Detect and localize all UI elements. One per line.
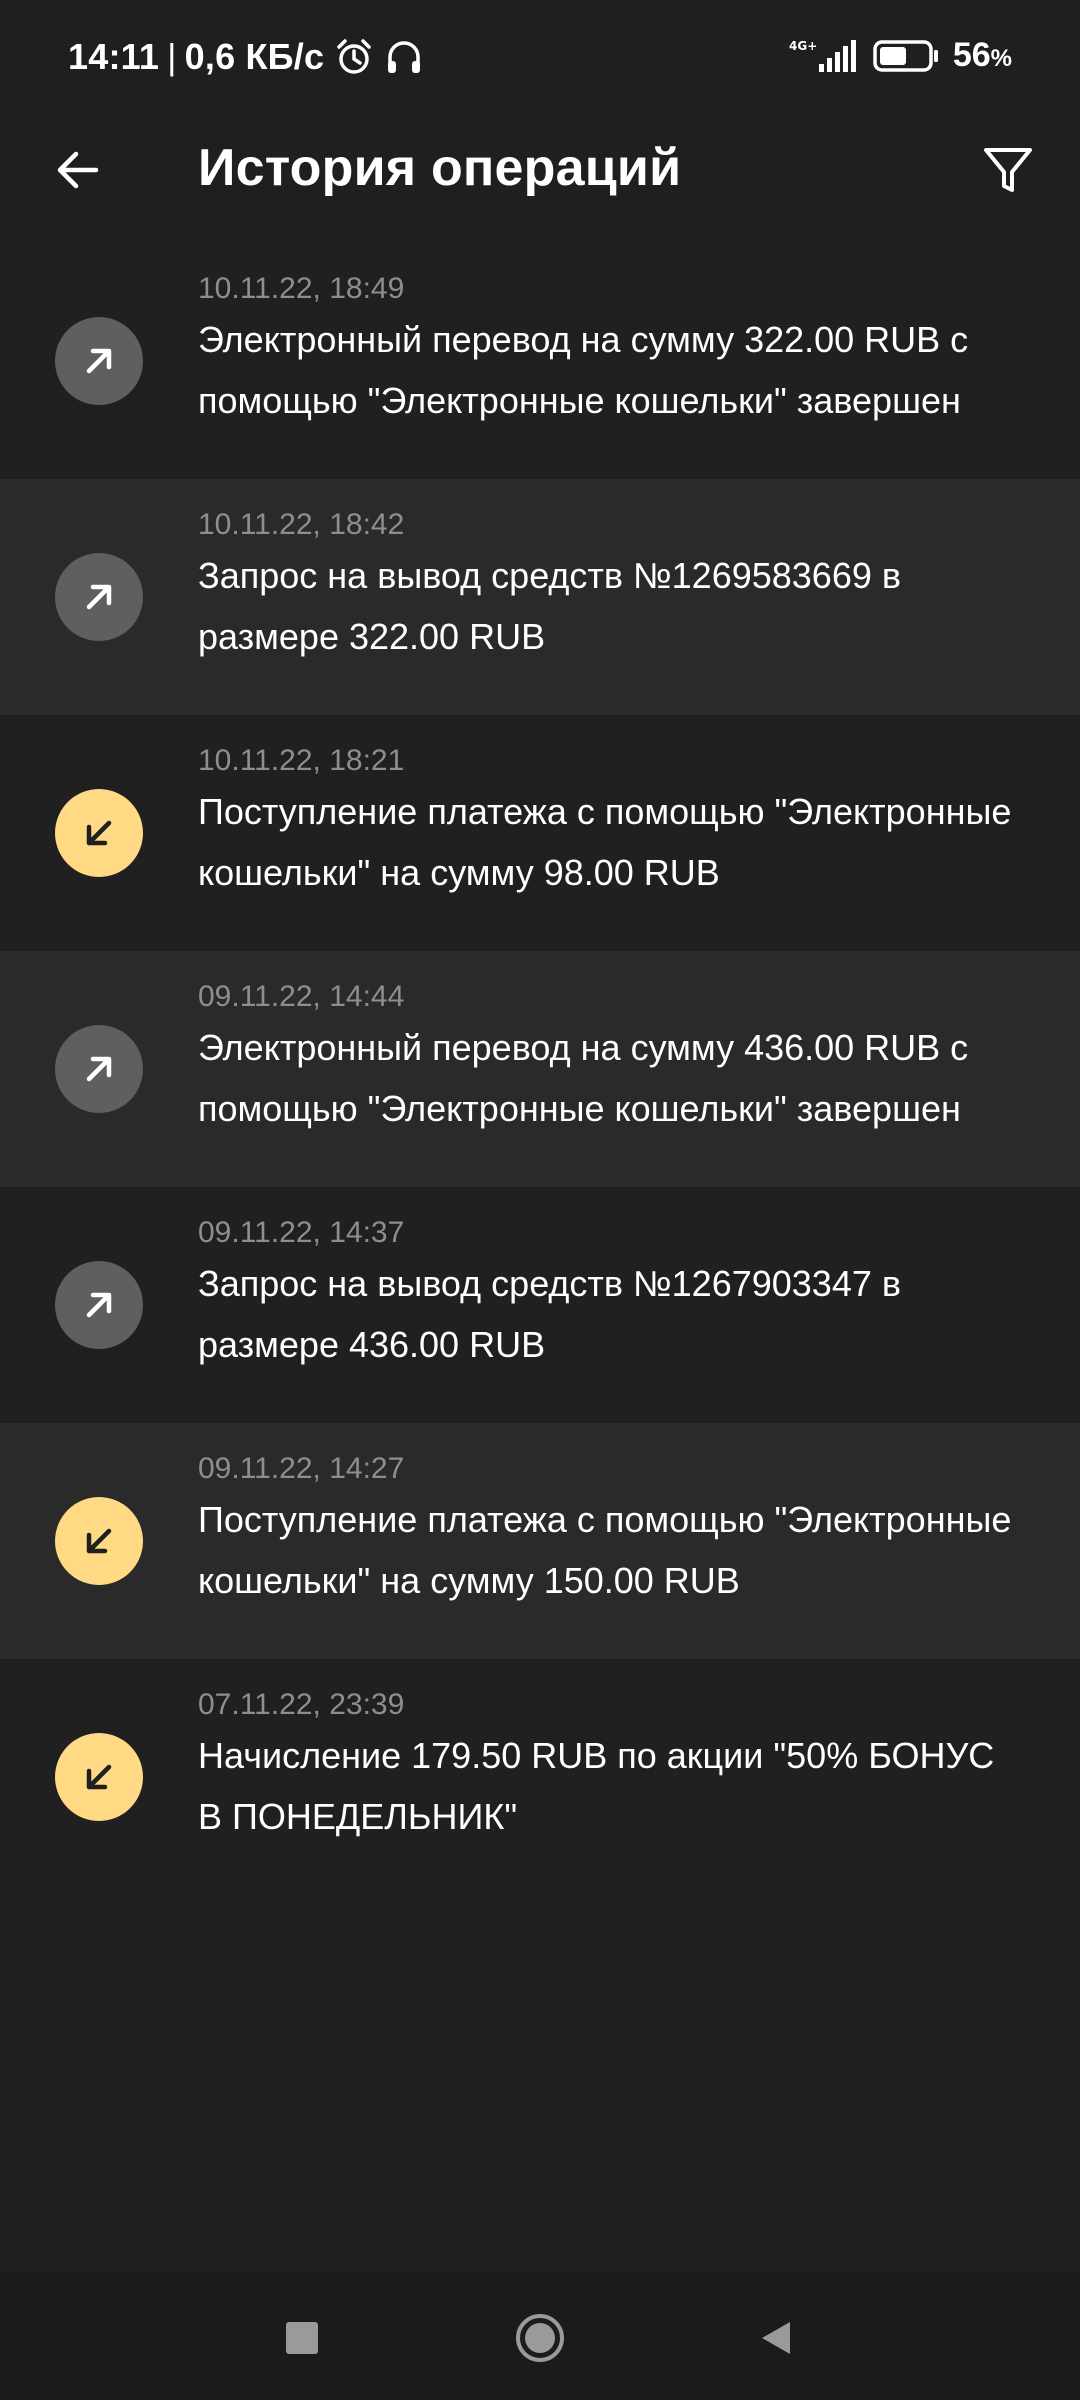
outgoing-badge: [55, 1261, 143, 1349]
alarm-icon: [334, 37, 374, 77]
arrow-up-right-icon: [86, 1292, 112, 1318]
arrow-left-icon: [57, 151, 99, 189]
incoming-badge: [55, 1497, 143, 1585]
operation-text: Запрос на вывод средств №1269583669 в ра…: [198, 555, 902, 657]
home-button[interactable]: [510, 2308, 570, 2368]
status-speed: 0,6 КБ/с: [184, 36, 325, 77]
operation-date: 09.11.22, 14:44: [198, 980, 405, 1013]
status-bar: 14:11 | 0,6 КБ/с 4G+ 56%: [0, 0, 1080, 118]
arrow-down-left-icon: [86, 820, 112, 846]
operation-text: Начисление 179.50 RUB по акции "50% БОНУ…: [198, 1735, 995, 1837]
operation-date: 10.11.22, 18:21: [198, 744, 405, 777]
status-separator: |: [167, 36, 177, 77]
recents-button[interactable]: [272, 2308, 332, 2368]
battery-percentage: 56%: [953, 36, 1012, 75]
nav-back-button[interactable]: [746, 2308, 806, 2368]
battery-unit: %: [990, 45, 1012, 72]
operation-text: Поступление платежа с помощью "Электронн…: [198, 791, 1012, 893]
back-button[interactable]: [48, 140, 108, 200]
battery-value: 56: [952, 36, 991, 74]
outgoing-badge: [55, 1025, 143, 1113]
arrow-up-right-icon: [86, 348, 112, 374]
operation-date: 10.11.22, 18:42: [198, 508, 405, 541]
filter-icon: [984, 148, 1032, 192]
operation-row[interactable]: 10.11.22, 18:49 Электронный перевод на су…: [0, 243, 1080, 479]
operation-row[interactable]: 07.11.22, 23:39 Начисление 179.50 RUB по …: [0, 1659, 1080, 1895]
operation-text: Запрос на вывод средств №1267903347 в ра…: [198, 1263, 902, 1365]
status-time: 14:11: [68, 36, 160, 77]
operation-date: 09.11.22, 14:27: [198, 1452, 405, 1485]
outgoing-badge: [55, 317, 143, 405]
operation-date: 07.11.22, 23:39: [198, 1688, 405, 1721]
triangle-left-icon: [762, 2322, 790, 2354]
circle-icon: [516, 2314, 564, 2362]
operation-date: 10.11.22, 18:49: [198, 272, 405, 305]
filter-button[interactable]: [976, 138, 1040, 202]
arrow-down-left-icon: [86, 1528, 112, 1554]
operations-list: 10.11.22, 18:49 Электронный перевод на су…: [0, 243, 1080, 1895]
system-nav-bar: [0, 2272, 1080, 2400]
operation-text: Электронный перевод на сумму 436.00 RUB …: [198, 1027, 969, 1129]
operation-text: Электронный перевод на сумму 322.00 RUB …: [198, 319, 969, 421]
app-bar: История операций: [0, 118, 1080, 224]
signal-icon: 4G+: [789, 38, 859, 74]
square-icon: [286, 2322, 318, 2354]
arrow-down-left-icon: [86, 1764, 112, 1790]
outgoing-badge: [55, 553, 143, 641]
network-label: 4G+: [789, 39, 817, 53]
operation-text: Поступление платежа с помощью "Электронн…: [198, 1499, 1012, 1601]
operation-row[interactable]: 10.11.22, 18:21 Поступление платежа с пом…: [0, 715, 1080, 951]
incoming-badge: [55, 1733, 143, 1821]
battery-icon: [873, 39, 939, 73]
page-title: История операций: [198, 139, 682, 197]
arrow-up-right-icon: [86, 1056, 112, 1082]
incoming-badge: [55, 789, 143, 877]
operation-row[interactable]: 10.11.22, 18:42 Запрос на вывод средств №…: [0, 479, 1080, 715]
arrow-up-right-icon: [86, 584, 112, 610]
status-bar-right: 4G+ 56%: [789, 36, 1012, 75]
operation-row[interactable]: 09.11.22, 14:44 Электронный перевод на су…: [0, 951, 1080, 1187]
operation-row[interactable]: 09.11.22, 14:27 Поступление платежа с пом…: [0, 1423, 1080, 1659]
operation-row[interactable]: 09.11.22, 14:37 Запрос на вывод средств №…: [0, 1187, 1080, 1423]
screen: 14:11 | 0,6 КБ/с 4G+ 56% История операци…: [0, 0, 1080, 2400]
operation-date: 09.11.22, 14:37: [198, 1216, 405, 1249]
status-bar-left: 14:11 | 0,6 КБ/с: [68, 36, 424, 78]
headphones-icon: [384, 37, 424, 77]
